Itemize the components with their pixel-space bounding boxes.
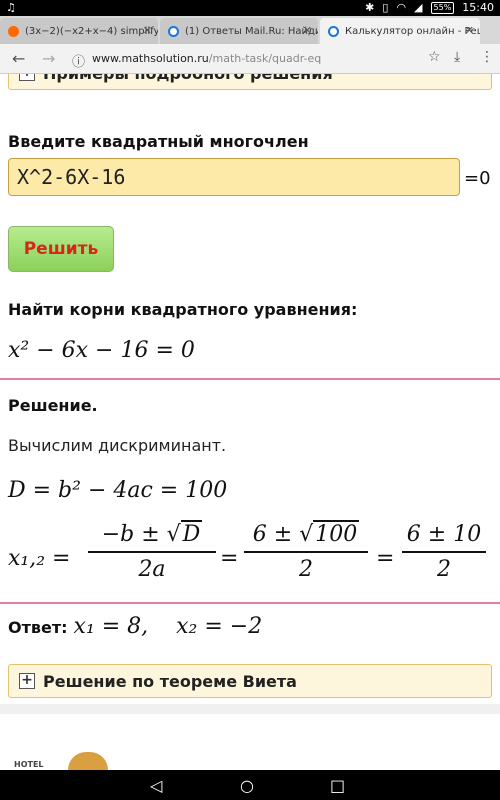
music-icon: ♫: [6, 1, 16, 14]
solve-button[interactable]: Решить: [8, 226, 114, 272]
battery-indicator: 55%: [430, 1, 455, 14]
menu-icon[interactable]: ⋮: [480, 49, 494, 65]
url-domain: www.mathsolution.ru: [92, 52, 209, 65]
vibrate-icon: ▯: [382, 1, 389, 14]
signal-icon: ◢: [414, 1, 423, 14]
frac3-denominator: 2: [437, 557, 451, 582]
tab-title: (1) Ответы Mail.Ru: Найди: [185, 25, 318, 37]
browser-tab-1[interactable]: (3x−2)(−x2+x−4) simplify - ✕: [0, 18, 158, 44]
answer-line: Ответ: x₁ = 8, x₂ = −2: [8, 614, 262, 639]
frac3-numerator: 6 ± 10: [406, 522, 482, 547]
frac2-denominator: 2: [299, 557, 313, 582]
compute-discriminant-text: Вычислим дискриминант.: [8, 436, 227, 455]
close-icon[interactable]: ✕: [465, 24, 474, 37]
roots-fraction-3: 6 ± 10 2: [402, 522, 486, 582]
equals-sign: =: [220, 546, 239, 571]
tab-strip: (3x−2)(−x2+x−4) simplify - ✕ (1) Ответы …: [0, 16, 500, 44]
address-field[interactable]: www.mathsolution.ru/math-task/quadr-eq: [92, 49, 422, 69]
solution-label: Решение.: [8, 396, 98, 415]
system-nav-bar: ◁ ○ □: [0, 770, 500, 800]
back-arrow-icon[interactable]: ←: [12, 49, 25, 68]
equation: x² − 6x − 16 = 0: [8, 338, 195, 363]
clock: 15:40: [462, 1, 494, 14]
equals-sign: =: [376, 546, 395, 571]
tab-title: (3x−2)(−x2+x−4) simplify -: [25, 25, 158, 37]
input-label: Введите квадратный многочлен: [8, 132, 309, 151]
tab-title: Калькулятор онлайн - Реш: [345, 25, 480, 37]
plus-icon[interactable]: +: [19, 74, 35, 81]
download-icon[interactable]: ⤓: [454, 49, 460, 65]
home-icon[interactable]: ○: [240, 776, 254, 795]
wifi-icon: ◠: [396, 1, 407, 14]
roots-lhs: x₁,₂ =: [8, 546, 71, 571]
divider: [0, 602, 500, 604]
discriminant-formula: D = b² − 4ac = 100: [8, 478, 228, 503]
back-icon[interactable]: ◁: [150, 776, 162, 795]
roots-fraction-1: −b ± √D 2a: [88, 520, 216, 582]
frac2-radicand: 100: [313, 520, 360, 547]
tab-favicon-icon: [8, 25, 19, 37]
examples-expander[interactable]: + Примеры подробного решения: [8, 74, 492, 90]
browser-tab-3-active[interactable]: Калькулятор онлайн - Реш ✕: [320, 18, 480, 44]
url-bar: ← → ⓘ www.mathsolution.ru/math-task/quad…: [0, 44, 500, 74]
browser-tab-2[interactable]: (1) Ответы Mail.Ru: Найди ✕: [160, 18, 318, 44]
plus-icon[interactable]: +: [19, 673, 35, 689]
frac1-radicand: D: [180, 520, 203, 547]
page-content: + Примеры подробного решения Введите ква…: [0, 74, 500, 770]
recents-icon[interactable]: □: [330, 776, 345, 795]
frac1-denominator: 2a: [138, 557, 166, 582]
footer-text: HOTEL: [14, 760, 44, 769]
vieta-header: Решение по теореме Виета: [43, 671, 297, 691]
spacer: [0, 704, 500, 714]
roots-fraction-2: 6 ± √100 2: [244, 520, 368, 582]
bookmark-star-icon[interactable]: ☆: [428, 49, 441, 65]
forward-arrow-icon[interactable]: →: [42, 49, 55, 68]
close-icon[interactable]: ✕: [303, 24, 312, 37]
tab-favicon-icon: [328, 25, 339, 37]
polynomial-input[interactable]: X^2-6X-16: [8, 158, 460, 196]
answer-label: Ответ:: [8, 618, 68, 637]
equals-zero: =0: [464, 168, 491, 189]
tab-favicon-icon: [168, 25, 179, 37]
divider: [0, 378, 500, 380]
vieta-expander[interactable]: + Решение по теореме Виета: [8, 664, 492, 698]
roots-label: Найти корни квадратного уравнения:: [8, 300, 358, 319]
answer-value: x₁ = 8, x₂ = −2: [73, 614, 263, 639]
close-icon[interactable]: ✕: [143, 24, 152, 37]
frac1-numerator: −b ± √: [101, 522, 181, 547]
page-info-icon[interactable]: ⓘ: [72, 51, 85, 70]
bluetooth-icon: ✱: [365, 1, 375, 14]
frac2-numerator: 6 ± √: [252, 522, 314, 547]
status-bar: ♫ ✱ ▯ ◠ ◢ 55% 15:40: [0, 0, 500, 16]
examples-header: Примеры подробного решения: [43, 74, 333, 83]
url-path: /math-task/quadr-eq: [208, 52, 322, 65]
